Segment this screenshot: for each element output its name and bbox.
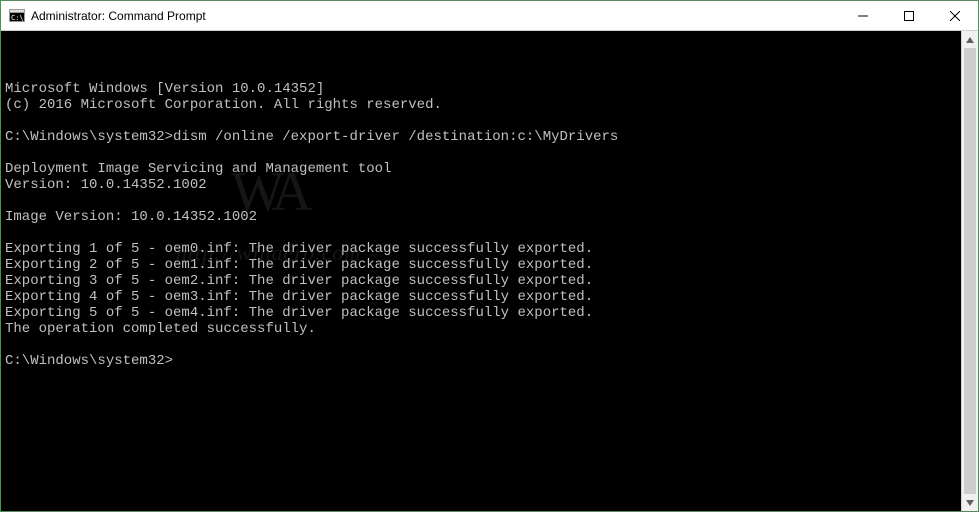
scroll-down-button[interactable] — [962, 494, 978, 511]
scroll-up-button[interactable] — [962, 31, 978, 48]
terminal-line: Exporting 5 of 5 - oem4.inf: The driver … — [5, 305, 957, 321]
terminal-line: Deployment Image Servicing and Managemen… — [5, 161, 957, 177]
vertical-scrollbar[interactable] — [961, 31, 978, 511]
svg-text:C:\: C:\ — [11, 14, 24, 22]
client-area: WA http://winaero.com Microsoft Windows … — [1, 31, 978, 511]
terminal-line — [5, 145, 957, 161]
terminal-line — [5, 225, 957, 241]
terminal-line — [5, 337, 957, 353]
terminal-line: Exporting 1 of 5 - oem0.inf: The driver … — [5, 241, 957, 257]
maximize-button[interactable] — [886, 1, 932, 31]
terminal-line: Exporting 4 of 5 - oem3.inf: The driver … — [5, 289, 957, 305]
terminal-line: (c) 2016 Microsoft Corporation. All righ… — [5, 97, 957, 113]
titlebar[interactable]: C:\ Administrator: Command Prompt — [1, 1, 978, 31]
terminal-line: The operation completed successfully. — [5, 321, 957, 337]
terminal-line: C:\Windows\system32> — [5, 353, 957, 369]
minimize-button[interactable] — [840, 1, 886, 31]
terminal-line: Microsoft Windows [Version 10.0.14352] — [5, 81, 957, 97]
terminal-line: Exporting 2 of 5 - oem1.inf: The driver … — [5, 257, 957, 273]
scroll-track[interactable] — [962, 48, 978, 494]
window-title: Administrator: Command Prompt — [31, 9, 206, 23]
terminal-line — [5, 193, 957, 209]
cmd-icon: C:\ — [9, 8, 25, 24]
close-button[interactable] — [932, 1, 978, 31]
scroll-thumb[interactable] — [964, 48, 976, 494]
terminal-line: Exporting 3 of 5 - oem2.inf: The driver … — [5, 273, 957, 289]
terminal-output[interactable]: WA http://winaero.com Microsoft Windows … — [1, 31, 961, 511]
terminal-line: C:\Windows\system32>dism /online /export… — [5, 129, 957, 145]
terminal-line — [5, 113, 957, 129]
terminal-line: Version: 10.0.14352.1002 — [5, 177, 957, 193]
terminal-line: Image Version: 10.0.14352.1002 — [5, 209, 957, 225]
